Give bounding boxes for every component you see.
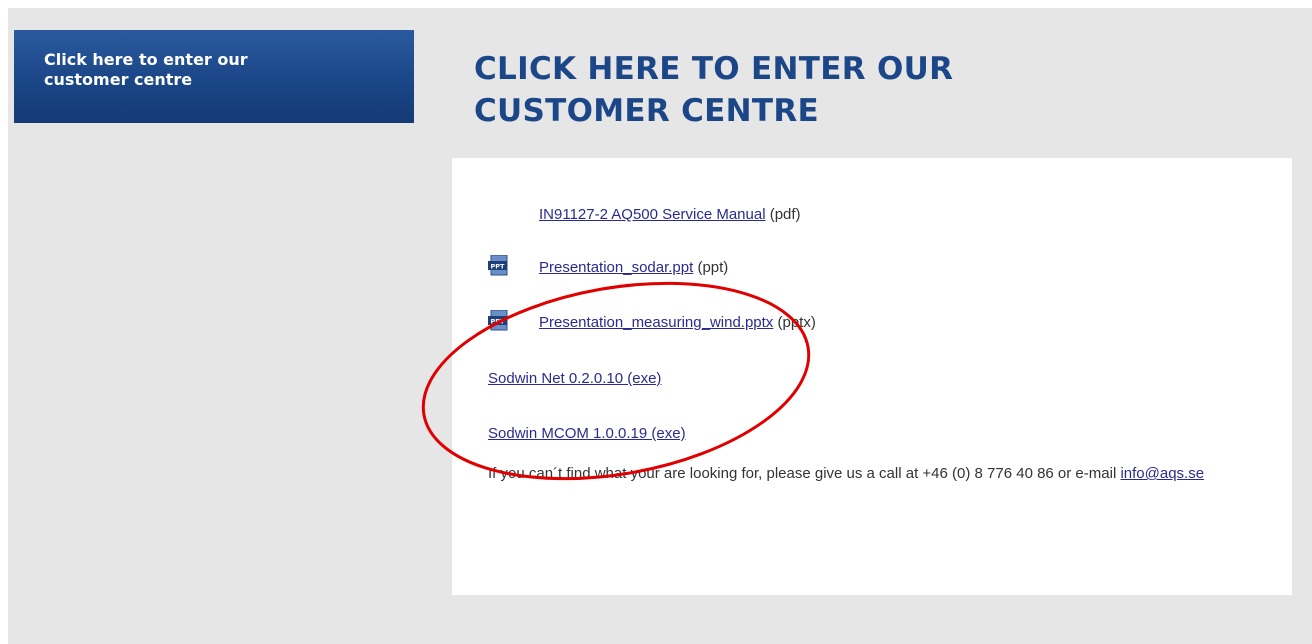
file-type-label: (pptx) [777,314,816,331]
file-row-sodwin-mcom: Sodwin MCOM 1.0.0.19 (exe) [488,425,686,443]
page-title[interactable]: CLICK HERE TO ENTER OUR CUSTOMER CENTRE [474,48,1174,132]
page-title-line1: CLICK HERE TO ENTER OUR [474,51,954,87]
sodwin-net-link[interactable]: Sodwin Net 0.2.0.10 (exe) [488,370,661,387]
downloads-panel: IN91127-2 AQ500 Service Manual (pdf) PPT… [452,158,1292,595]
presentation-sodar-link[interactable]: Presentation_sodar.ppt [539,259,693,276]
file-type-label: (ppt) [697,259,729,276]
page-background: Click here to enter our customer centre … [8,8,1312,644]
ppt-icon-label: PPT [491,317,506,325]
ppt-icon-label: PPT [491,262,506,270]
page-title-line2: CUSTOMER CENTRE [474,93,820,129]
help-text: If you can´t find what your are looking … [488,460,1268,488]
file-row-service-manual: IN91127-2 AQ500 Service Manual (pdf) [539,206,801,224]
file-row-measuring-wind-pptx: Presentation_measuring_wind.pptx (pptx) [539,314,816,332]
file-row-sodar-ppt: Presentation_sodar.ppt (ppt) [539,259,728,277]
ppt-file-icon: PPT [488,255,508,276]
sodwin-mcom-link[interactable]: Sodwin MCOM 1.0.0.19 (exe) [488,425,686,442]
service-manual-link[interactable]: IN91127-2 AQ500 Service Manual [539,206,766,223]
customer-centre-button[interactable]: Click here to enter our customer centre [14,30,414,123]
help-text-body: If you can´t find what your are looking … [488,465,1121,482]
customer-centre-button-line1: Click here to enter our [44,50,248,69]
customer-centre-button-line2: customer centre [44,70,193,89]
presentation-measuring-wind-link[interactable]: Presentation_measuring_wind.pptx [539,314,773,331]
email-link[interactable]: info@aqs.se [1120,465,1204,482]
file-type-label: (pdf) [769,206,801,223]
ppt-file-icon: PPT [488,310,508,331]
file-row-sodwin-net: Sodwin Net 0.2.0.10 (exe) [488,370,661,388]
